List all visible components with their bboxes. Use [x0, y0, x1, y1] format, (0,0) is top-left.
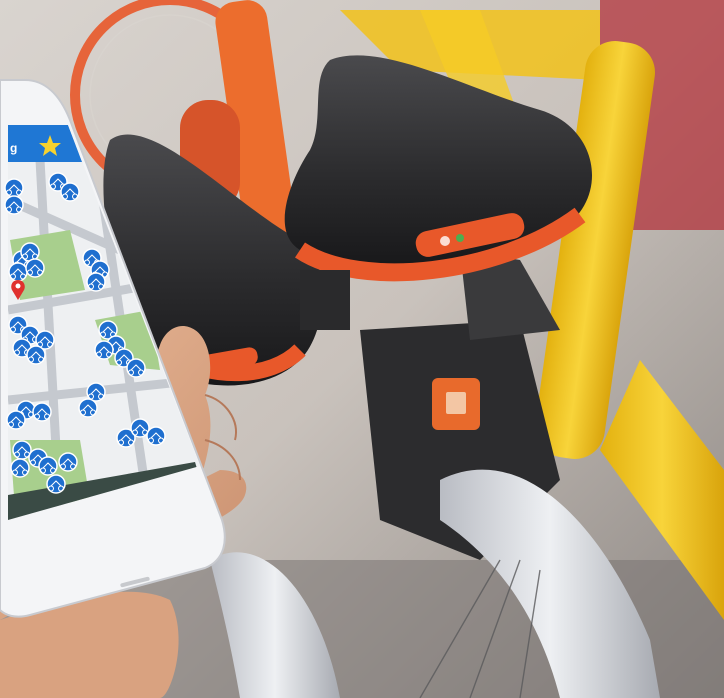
photo-background: g: [0, 0, 724, 698]
app-header-text: g: [10, 141, 17, 155]
photo-scene: g: [0, 0, 724, 698]
